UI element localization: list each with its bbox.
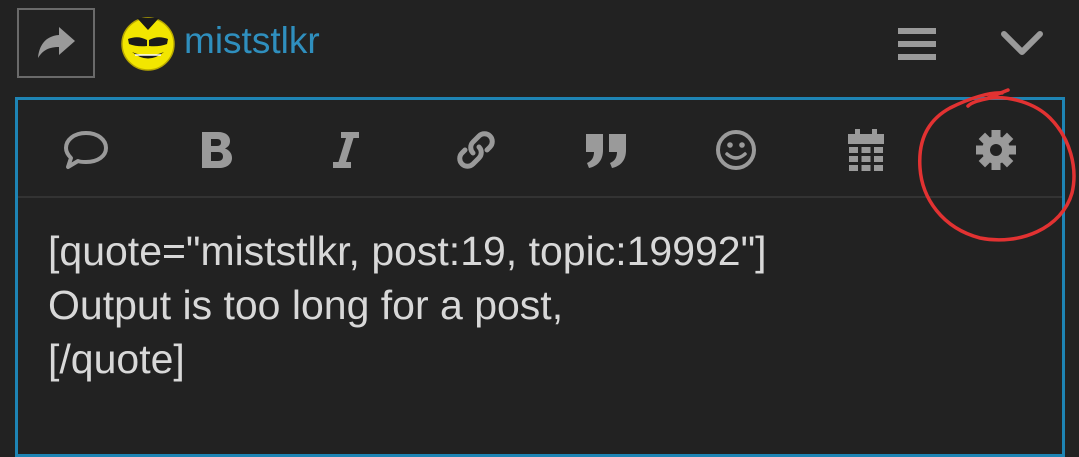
editor-toolbar: [18, 100, 1062, 198]
avatar[interactable]: [119, 15, 177, 71]
editor-line: [/quote]: [48, 336, 185, 382]
reply-arrow-icon: [38, 27, 75, 58]
toolbar-button-emoji[interactable]: [708, 122, 764, 178]
bold-icon: [202, 132, 232, 168]
hamburger-menu-icon: [898, 28, 936, 60]
composer: [quote="miststlkr, post:19, topic:19992"…: [15, 97, 1065, 457]
toolbar-button-quote[interactable]: [578, 122, 634, 178]
toolbar-button-calendar[interactable]: [838, 122, 894, 178]
emoji-icon: [716, 130, 756, 170]
menu-button[interactable]: [896, 25, 938, 63]
toolbar-button-options[interactable]: [968, 122, 1024, 178]
speech-bubble-icon: [64, 131, 108, 169]
editor-line: [quote="miststlkr, post:19, topic:19992"…: [48, 228, 767, 274]
toolbar-button-italic[interactable]: [318, 122, 374, 178]
avatar-smiley-icon: [121, 17, 175, 71]
quote-icon: [586, 134, 626, 168]
reply-button[interactable]: [17, 8, 95, 78]
collapse-button[interactable]: [1000, 28, 1044, 58]
toolbar-button-link[interactable]: [448, 122, 504, 178]
gear-icon: [976, 130, 1016, 170]
toolbar-button-speech[interactable]: [58, 122, 114, 178]
italic-icon: [333, 132, 359, 168]
editor-textarea[interactable]: [quote="miststlkr, post:19, topic:19992"…: [48, 224, 1048, 386]
toolbar-button-bold[interactable]: [188, 122, 244, 178]
username-link[interactable]: miststlkr: [184, 18, 320, 64]
link-icon: [457, 131, 495, 169]
chevron-down-icon: [1001, 31, 1043, 55]
editor-line: Output is too long for a post,: [48, 282, 564, 328]
calendar-icon: [848, 129, 884, 171]
